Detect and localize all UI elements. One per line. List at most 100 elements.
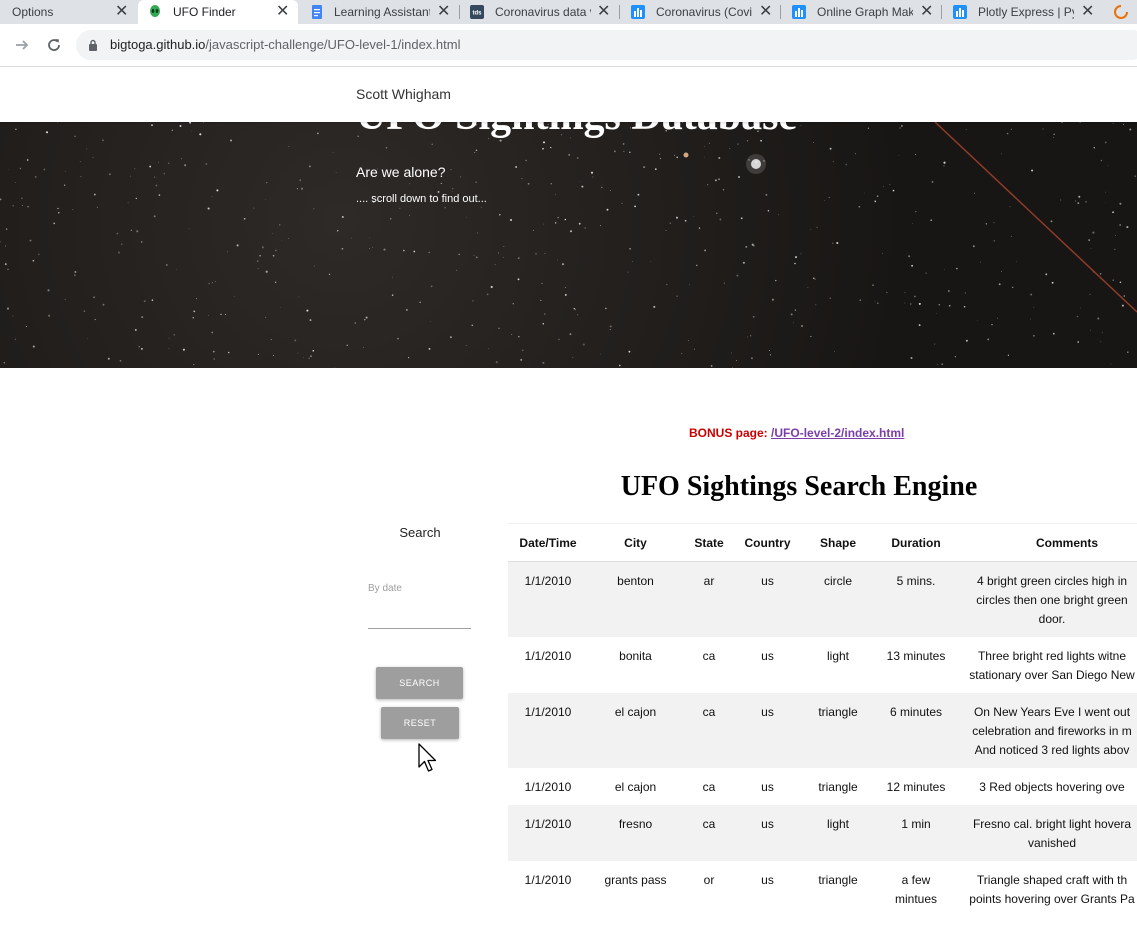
cell-date: 1/1/2010 <box>508 805 588 861</box>
cell-comments: On New Years Eve I went out celebration a… <box>956 693 1137 768</box>
close-icon[interactable]: ✕ <box>1081 3 1094 21</box>
cell-city: grants pass <box>604 873 667 887</box>
cell-duration: 5 mins. <box>876 561 956 637</box>
tab-title: Online Graph Mak <box>817 5 913 19</box>
tab-coronavirus-covid[interactable]: Coronavirus (Covi ✕ <box>621 0 781 24</box>
tab-options[interactable]: Options ✕ <box>0 0 136 24</box>
cell-state: ca <box>683 805 735 861</box>
column-header: City <box>588 523 683 562</box>
sightings-table: Date/Time City State Country Shape Durat… <box>508 523 1137 917</box>
tab-title: Options <box>12 5 54 19</box>
loading-spinner-icon <box>1114 5 1128 19</box>
cell-duration: 1 min <box>876 805 956 861</box>
tab-title: Coronavirus data v <box>495 5 591 19</box>
sightings-table-body: 1/1/2010 benton ar us circle 5 mins. 4 bright … <box>508 561 1137 918</box>
cell-duration: a few mintues <box>894 873 938 906</box>
browser-tab-strip: Options ✕ UFO Finder ✕ Learning Assistan… <box>0 0 1137 24</box>
comment-line: door. <box>1038 612 1066 626</box>
tab-separator <box>780 5 781 19</box>
cell-date: 1/1/2010 <box>524 873 572 887</box>
hero-title: UFO Sightings Database <box>356 122 797 140</box>
mouse-cursor-icon <box>418 743 437 772</box>
cell-shape: circle <box>800 561 876 637</box>
tab-separator <box>941 5 942 19</box>
cell-date: 1/1/2010 <box>524 780 572 794</box>
cell-shape: triangle <box>818 780 858 794</box>
lock-icon[interactable] <box>88 39 98 51</box>
close-icon[interactable]: ✕ <box>437 3 450 21</box>
column-header: Country <box>735 523 800 562</box>
cell-comments: Fresno cal. bright light hovera vanished <box>956 805 1137 861</box>
reset-button[interactable]: Reset <box>381 707 459 739</box>
cell-comments: 4 bright green circles high in circles th… <box>956 561 1137 637</box>
comment-line: 4 bright green circles high in <box>976 574 1128 588</box>
plotly-favicon-icon <box>631 5 645 19</box>
reload-icon[interactable] <box>42 33 66 57</box>
comment-line: celebration and fireworks in m <box>972 724 1132 738</box>
cell-city: bonita <box>619 649 652 663</box>
table-row: 1/1/2010 benton ar us circle 5 mins. 4 bright … <box>508 561 1137 637</box>
close-icon[interactable]: ✕ <box>276 3 289 21</box>
cell-duration: 13 minutes <box>886 649 946 663</box>
tab-coronavirus-data[interactable]: tds Coronavirus data v ✕ <box>460 0 620 24</box>
close-icon[interactable]: ✕ <box>597 3 610 21</box>
cell-city: el cajon <box>588 693 683 768</box>
cell-date: 1/1/2010 <box>508 561 588 637</box>
starfield-background <box>0 122 1137 368</box>
filter-heading: Search <box>399 525 441 540</box>
bonus-link[interactable]: /UFO-level-2/index.html <box>771 426 904 440</box>
cell-duration: 12 minutes <box>886 780 946 794</box>
brand-link[interactable]: Scott Whigham <box>356 86 451 102</box>
tab-loading[interactable] <box>1108 0 1137 24</box>
forward-arrow-icon[interactable] <box>10 33 34 57</box>
tab-title: Learning Assistant <box>334 5 430 19</box>
tab-plotly-express[interactable]: Plotly Express | Pyt ✕ <box>943 0 1103 24</box>
cell-city: benton <box>588 561 683 637</box>
tab-online-graph-maker[interactable]: Online Graph Mak ✕ <box>782 0 942 24</box>
column-header: State <box>683 523 735 562</box>
cell-country: us <box>761 873 774 887</box>
url-text: bigtoga.github.io/javascript-challenge/U… <box>110 38 460 52</box>
cell-state: ca <box>702 780 716 794</box>
tab-learning-assistant[interactable]: Learning Assistant ✕ <box>300 0 460 24</box>
date-placeholder-label: By date <box>368 583 402 594</box>
comment-line: points hovering over Grants Pa <box>969 892 1135 906</box>
bonus-label: BONUS page: <box>689 426 768 440</box>
table-row: 1/1/2010 el cajon ca us triangle 12 minutes 3 … <box>508 768 1137 805</box>
cell-comments: Three bright red lights witne stationary … <box>956 637 1137 693</box>
close-icon[interactable]: ✕ <box>920 3 933 21</box>
site-navbar: Scott Whigham <box>0 67 1137 122</box>
cell-date: 1/1/2010 <box>508 693 588 768</box>
comment-line: Triangle shaped craft with th <box>976 873 1128 887</box>
tab-ufo-finder[interactable]: UFO Finder ✕ <box>138 0 298 24</box>
close-icon[interactable]: ✕ <box>759 3 772 21</box>
cell-shape: triangle <box>818 873 858 887</box>
close-icon[interactable]: ✕ <box>115 3 128 21</box>
cell-state: ar <box>683 561 735 637</box>
column-header: Duration <box>876 523 956 562</box>
date-filter-input[interactable] <box>368 600 471 629</box>
address-bar[interactable]: bigtoga.github.io/javascript-challenge/U… <box>76 30 1137 60</box>
tds-favicon-icon: tds <box>470 5 484 19</box>
comment-line: Three bright red lights witne <box>977 649 1127 663</box>
table-row: 1/1/2010 grants pass or us triangle a few min… <box>508 861 1137 917</box>
cell-city: el cajon <box>614 780 657 794</box>
cell-country: us <box>761 649 774 663</box>
table-header-row: Date/Time City State Country Shape Durat… <box>508 523 1137 562</box>
engine-title: UFO Sightings Search Engine <box>620 471 978 502</box>
comment-line: vanished <box>1027 836 1077 850</box>
column-header: Comments <box>956 523 1137 562</box>
cell-shape: light <box>826 649 849 663</box>
search-button[interactable]: Search <box>376 667 463 699</box>
cell-comments: Triangle shaped craft with th points hove… <box>956 861 1137 917</box>
cell-city: fresno <box>588 805 683 861</box>
comment-line: stationary over San Diego New <box>969 668 1135 682</box>
comment-line: And noticed 3 red lights abov <box>974 743 1130 757</box>
hero-subtitle: Are we alone? <box>356 164 446 180</box>
bonus-notice: BONUS page: /UFO-level-2/index.html <box>689 426 904 440</box>
svg-text:tds: tds <box>473 11 483 17</box>
alien-favicon-icon <box>150 5 160 17</box>
browser-toolbar: bigtoga.github.io/javascript-challenge/U… <box>0 24 1137 67</box>
cell-state: or <box>703 873 715 887</box>
plotly-favicon-icon <box>953 5 967 19</box>
